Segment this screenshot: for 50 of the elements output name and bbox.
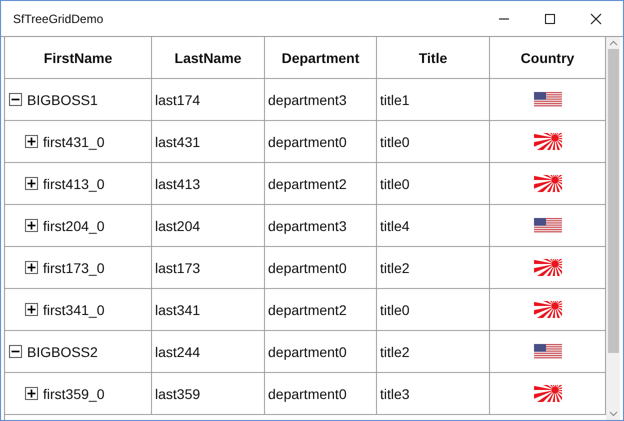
expand-icon[interactable] xyxy=(25,303,38,316)
scroll-down-icon[interactable] xyxy=(608,411,618,417)
table-cell: first341_0 xyxy=(43,302,104,318)
maximize-icon[interactable] xyxy=(544,12,556,24)
table-cell: last359 xyxy=(155,386,200,402)
collapse-icon[interactable] xyxy=(9,345,22,358)
table-cell: title0 xyxy=(380,176,410,192)
table-cell: department3 xyxy=(268,218,347,234)
table-cell: BIGBOSS2 xyxy=(27,344,98,360)
scroll-up-icon[interactable] xyxy=(608,40,618,46)
expand-icon[interactable] xyxy=(25,387,38,400)
column-header[interactable]: FirstName xyxy=(5,37,152,78)
table-cell: department2 xyxy=(268,176,347,192)
table-cell: BIGBOSS1 xyxy=(27,92,98,108)
table-cell: last173 xyxy=(155,260,200,276)
table-cell: last413 xyxy=(155,176,200,192)
table-cell: department0 xyxy=(268,134,347,150)
table-cell: title2 xyxy=(380,260,410,276)
close-icon[interactable] xyxy=(590,12,602,24)
table-cell: last431 xyxy=(155,134,200,150)
table-cell: title4 xyxy=(380,218,410,234)
table-cell: first431_0 xyxy=(43,134,104,150)
table-cell: department2 xyxy=(268,302,347,318)
table-cell: first413_0 xyxy=(43,176,104,192)
table-cell: department0 xyxy=(268,386,347,402)
table-cell: title3 xyxy=(380,386,410,402)
scrollbar[interactable] xyxy=(606,37,620,420)
column-header[interactable]: Department xyxy=(265,37,377,78)
table-cell: last204 xyxy=(155,218,200,234)
table-cell: first173_0 xyxy=(43,260,104,276)
table-cell: title0 xyxy=(380,134,410,150)
table-cell: last244 xyxy=(155,344,200,360)
table-cell: title0 xyxy=(380,302,410,318)
collapse-icon[interactable] xyxy=(9,93,22,106)
table-cell: first204_0 xyxy=(43,218,104,234)
table-cell: first359_0 xyxy=(43,386,104,402)
table-cell: department0 xyxy=(268,344,347,360)
expand-icon[interactable] xyxy=(25,177,38,190)
expand-icon[interactable] xyxy=(25,135,38,148)
window-title: SfTreeGridDemo xyxy=(13,12,104,26)
expand-icon[interactable] xyxy=(25,219,38,232)
table-cell: last174 xyxy=(155,92,200,108)
table-cell: last341 xyxy=(155,302,200,318)
column-header[interactable]: Title xyxy=(377,37,490,78)
expand-icon[interactable] xyxy=(25,261,38,274)
table-cell: department3 xyxy=(268,92,347,108)
table-cell: department0 xyxy=(268,260,347,276)
table-cell: title2 xyxy=(380,344,410,360)
table-cell: title1 xyxy=(380,92,410,108)
column-header[interactable]: LastName xyxy=(152,37,265,78)
